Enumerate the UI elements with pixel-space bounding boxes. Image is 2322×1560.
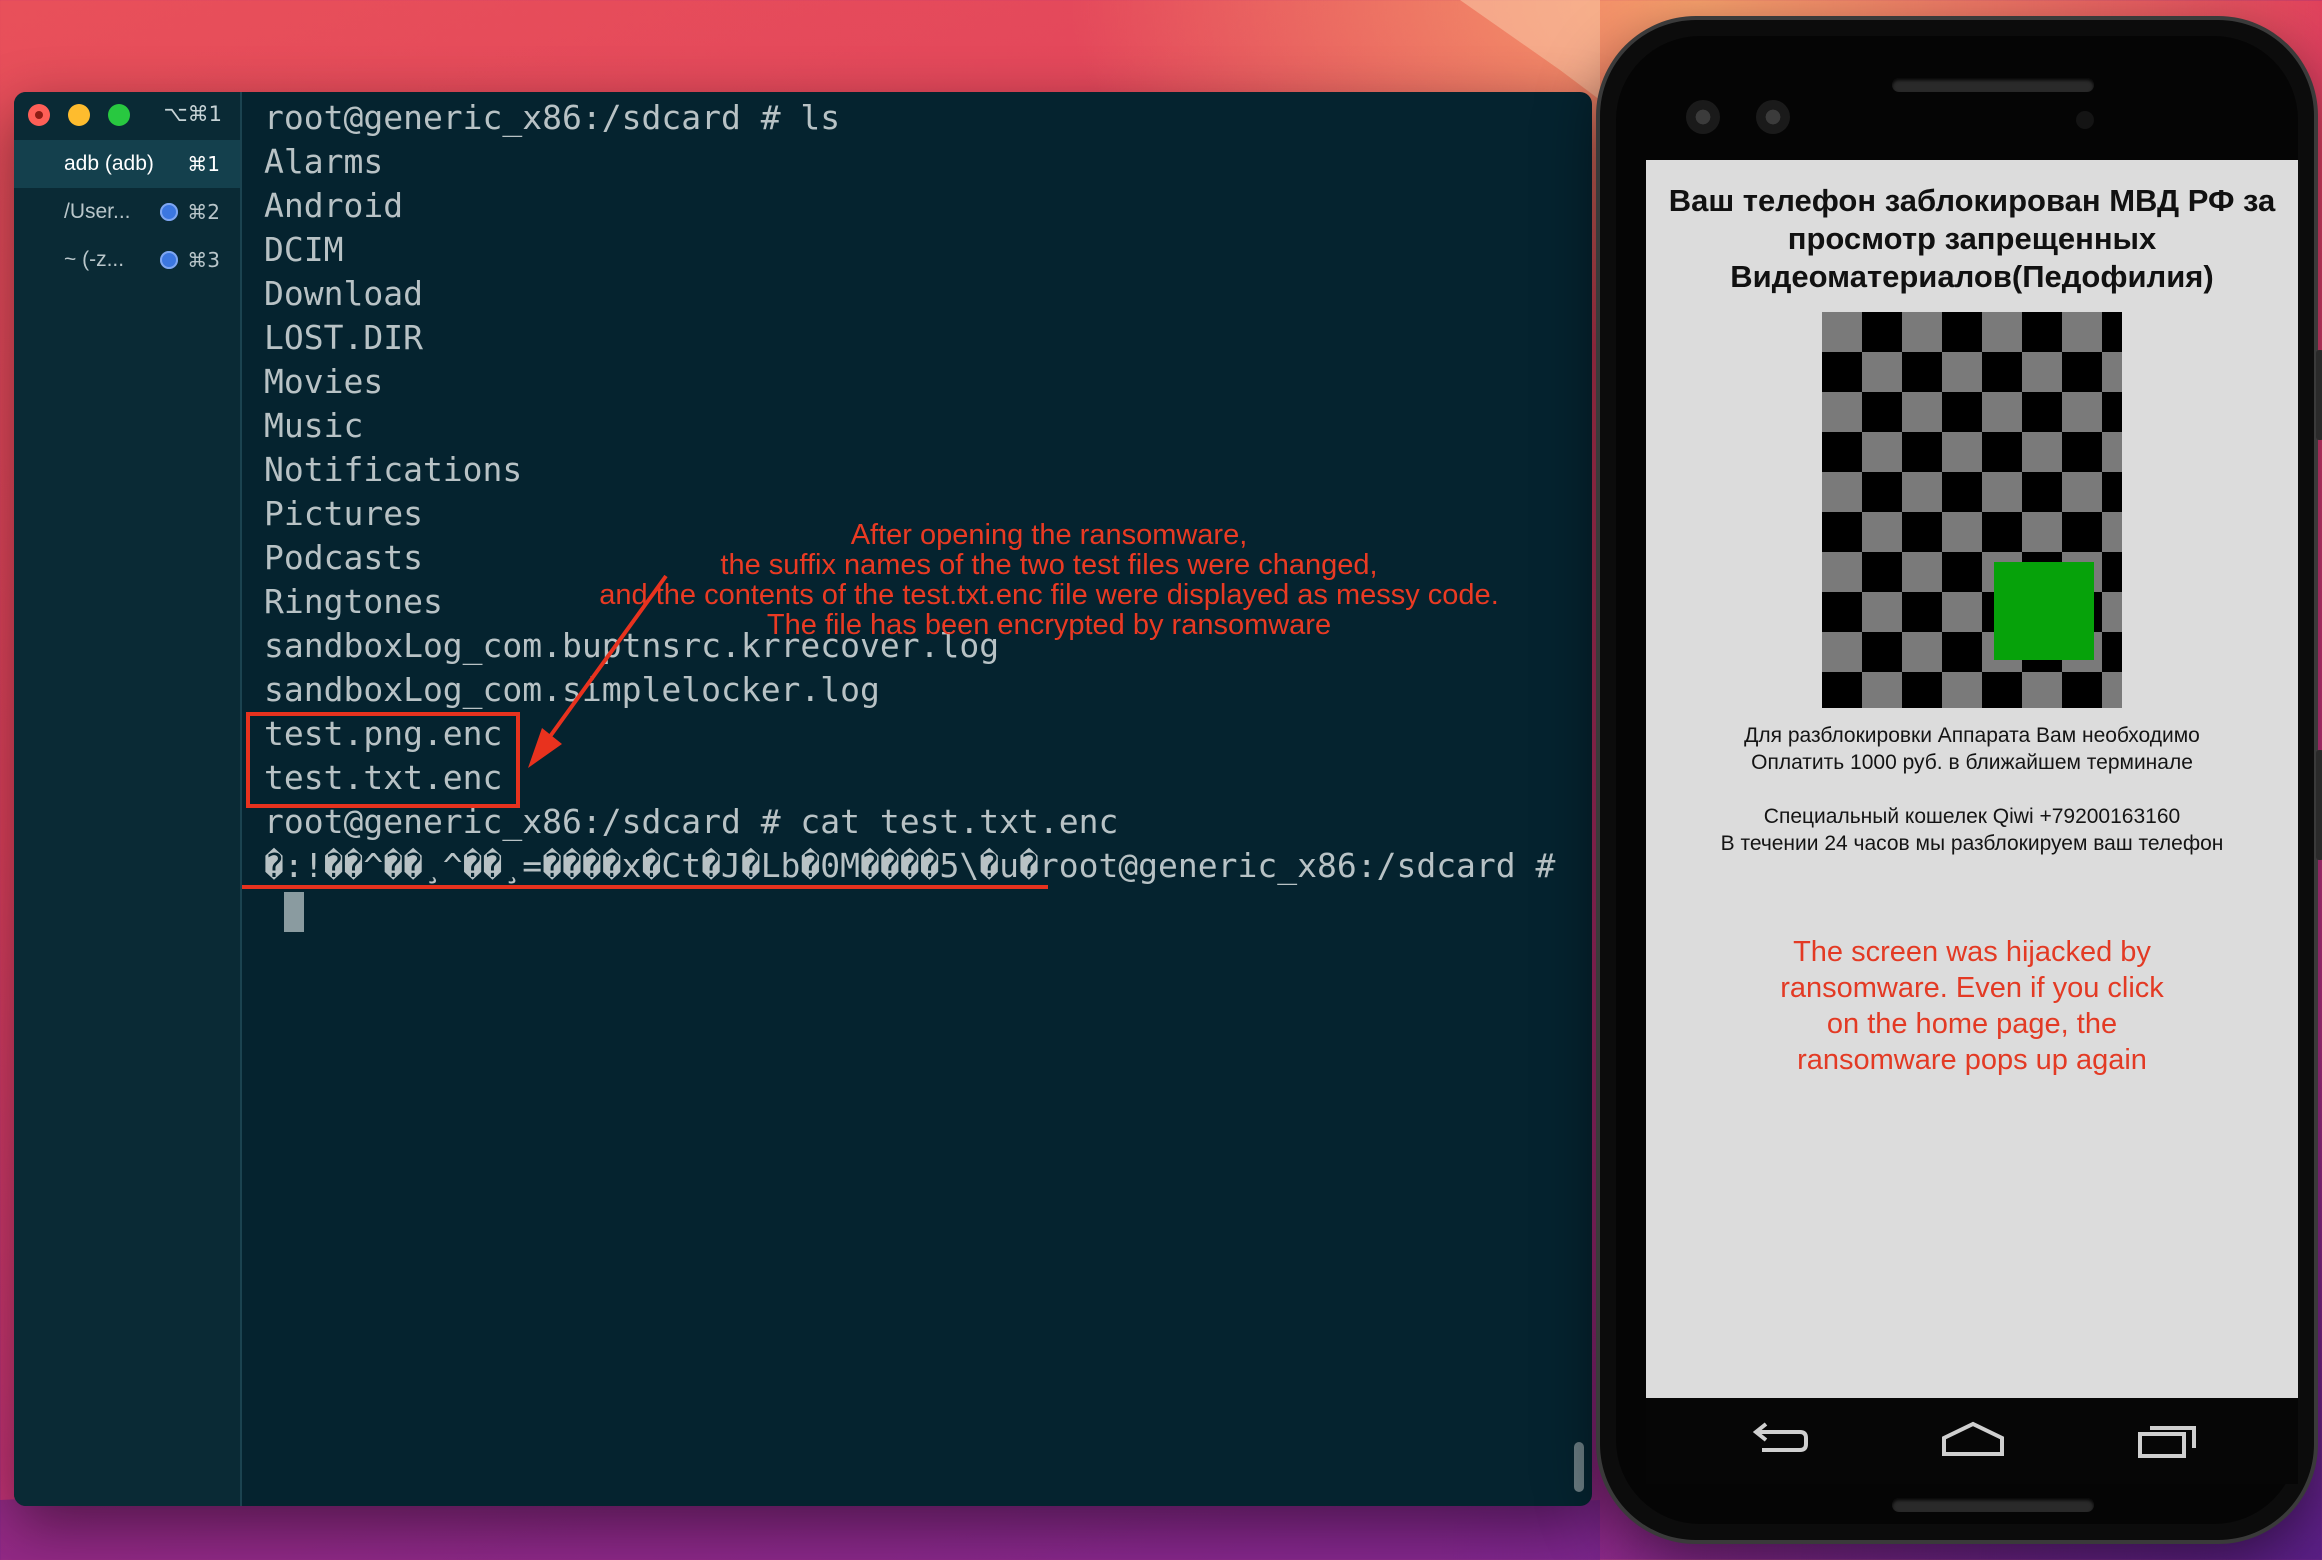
power-button[interactable] [2316,350,2322,440]
bottom-speaker [1892,1498,2094,1512]
volume-button[interactable] [2316,750,2322,860]
lock-screen: Ваш телефон заблокирован МВД РФ за просм… [1646,160,2298,1398]
encrypted-files-highlight [246,712,520,808]
tab-shortcut: ⌘1 [187,152,220,176]
tab-activity-dot-icon [160,251,178,269]
terminal-line: Movies [264,362,384,401]
ransom-line: В течении 24 часов мы разблокируем ваш т… [1720,832,2224,855]
annotation-line: and the contents of the test.txt.enc fil… [599,579,1499,611]
sensor-icon [2076,111,2094,129]
ransom-line: Для разблокировки Аппарата Вам необходим… [1744,724,2200,747]
annotation-line: The file has been encrypted by ransomwar… [766,609,1332,641]
phone-bezel: Ваш телефон заблокирован МВД РФ за просм… [1616,36,2298,1524]
green-square [1994,562,2094,660]
terminal-line: Android [264,186,404,225]
terminal-window: ⌥⌘1 adb (adb) ⌘1 /User... ⌘2 ~ (-z... ⌘3… [14,92,1592,1506]
terminal-line: Music [264,406,364,445]
tab-shortcut: ⌘3 [187,248,220,272]
cursor-line [264,888,1592,932]
terminal-line: Notifications [264,450,523,489]
android-phone: Ваш телефон заблокирован МВД РФ за просм… [1600,20,2322,1540]
tab-activity-dot-icon [160,203,178,221]
terminal-line: �:!��^��¸^��¸=����x�Ct�J�Lb�0M����5\�u�r… [264,846,1556,885]
terminal-line: sandboxLog_com.simplelocker.log [264,670,880,709]
maximize-window-button[interactable] [108,104,130,126]
tab-adb[interactable]: adb (adb) ⌘1 [14,140,240,188]
tab-shortcut: ⌘2 [187,200,220,224]
back-icon[interactable] [1748,1420,1808,1460]
tab-home-shell[interactable]: ~ (-z... ⌘3 [14,236,240,284]
camera-icon [1756,100,1790,134]
terminal-line: LOST.DIR [264,318,423,357]
ransom-line: Специальный кошелек Qiwi +79200163160 [1763,805,2181,828]
android-navbar [1646,1398,2298,1484]
terminal-line: Alarms [264,142,384,181]
terminal-line: Download [264,274,423,313]
tab-label: ~ (-z... [64,248,125,271]
lock-title: Ваш телефон заблокирован МВД РФ за просм… [1668,183,2276,294]
hijack-annotation: The screen was hijacked by ransomware. E… [1780,936,2164,1076]
ransom-message: Для разблокировки Аппарата Вам необходим… [1646,722,2298,857]
annotation-text: After opening the ransomware, the suffix… [574,520,1524,640]
earpiece-speaker [1892,78,2094,92]
garbled-output-underline [242,885,1048,889]
ransom-line [1646,776,2298,803]
home-icon[interactable] [1942,1420,2004,1460]
tab-label: adb (adb) [64,152,154,175]
tab-label: /User... [64,200,131,223]
ransom-line: Оплатить 1000 руб. в ближайшем терминале [1751,751,2193,774]
recents-icon[interactable] [2138,1420,2198,1460]
checkerboard-image [1822,312,2122,708]
minimize-window-button[interactable] [68,104,90,126]
terminal-sidebar: ⌥⌘1 adb (adb) ⌘1 /User... ⌘2 ~ (-z... ⌘3 [14,92,242,1506]
terminal-scrollbar[interactable] [1574,1442,1584,1492]
window-shortcut: ⌥⌘1 [163,102,222,126]
tab-users[interactable]: /User... ⌘2 [14,188,240,236]
annotation-line: After opening the ransomware, [850,519,1248,551]
annotation-line: the suffix names of the two test files w… [720,549,1378,581]
terminal-cursor [284,891,304,932]
camera-icon [1686,100,1720,134]
close-window-button[interactable] [28,104,50,126]
terminal-line: DCIM [264,230,344,269]
terminal-line: root@generic_x86:/sdcard # ls [264,98,841,137]
